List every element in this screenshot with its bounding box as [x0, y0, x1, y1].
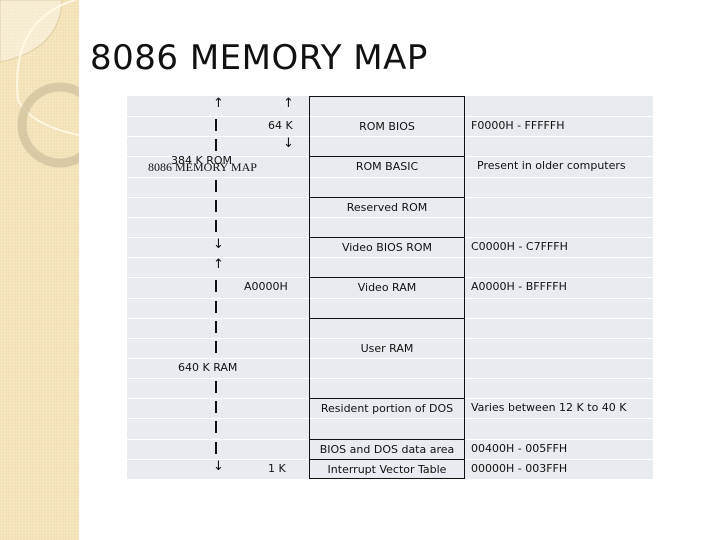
- dimension-line: [215, 401, 217, 413]
- address-a0000h-label: A0000H: [244, 280, 288, 293]
- memory-block-label: ROM BASIC: [355, 160, 419, 173]
- dimension-line: [215, 301, 217, 313]
- size-640k-ram-label: 640 K RAM: [178, 361, 238, 374]
- dimension-line: [215, 381, 217, 393]
- dimension-line: [215, 139, 217, 151]
- memory-block: ROM BASIC: [309, 156, 465, 197]
- memory-block-label: Resident portion of DOS: [320, 402, 454, 415]
- size-1k-label: 1 K: [268, 462, 286, 475]
- memory-block: Resident portion of DOS: [309, 398, 465, 439]
- memory-block: ROM BIOS: [309, 96, 465, 156]
- dimension-line: [215, 119, 217, 131]
- page-title: 8086 MEMORY MAP: [90, 38, 428, 78]
- memory-block-address: A0000H - BFFFFH: [471, 280, 567, 293]
- decorative-circles-icon: [0, 0, 79, 168]
- dimension-line: [215, 200, 217, 212]
- memory-block: BIOS and DOS data area: [309, 439, 465, 459]
- memory-block-address: Varies between 12 K to 40 K: [471, 401, 627, 414]
- dimension-line: [215, 421, 217, 433]
- memory-block: Video RAM: [309, 277, 465, 318]
- memory-block-label: Reserved ROM: [346, 201, 428, 214]
- up-arrow-icon: ↑: [283, 96, 294, 111]
- memory-block-label: ROM BIOS: [359, 120, 415, 133]
- memory-block-address: C0000H - C7FFFH: [471, 240, 568, 253]
- dimension-line: [215, 220, 217, 232]
- memory-block-address: 00000H - 003FFH: [471, 462, 568, 475]
- memory-block-address: F0000H - FFFFFH: [471, 119, 565, 132]
- dimension-line: [215, 321, 217, 333]
- memory-block-address: 00400H - 005FFH: [471, 442, 568, 455]
- overlay-title-label: 8086 MEMORY MAP: [148, 160, 257, 174]
- size-64k-label: 64 K: [268, 119, 293, 132]
- down-arrow-icon: ↓: [213, 459, 224, 474]
- memory-map-table: ↑ ↓ ↑ ↓ ↑ 64 K ↓ 384 K ROM 8086 MEMORY MAP A0000H…: [127, 96, 653, 479]
- up-arrow-icon: ↑: [213, 96, 224, 111]
- up-arrow-icon: ↑: [213, 257, 224, 272]
- memory-block: User RAM: [309, 318, 465, 398]
- memory-block-label: BIOS and DOS data area: [319, 443, 455, 456]
- memory-block-label: Interrupt Vector Table: [327, 463, 447, 476]
- decorative-side-panel: [0, 0, 79, 540]
- memory-block-label: Video RAM: [357, 281, 417, 294]
- memory-block-address: Present in older computers: [477, 159, 626, 172]
- memory-block-label: User RAM: [360, 342, 414, 355]
- down-arrow-icon: ↓: [213, 237, 224, 252]
- dimension-line: [215, 280, 217, 292]
- memory-block: Interrupt Vector Table: [309, 459, 465, 479]
- memory-block: Video BIOS ROM: [309, 237, 465, 277]
- memory-block: Reserved ROM: [309, 197, 465, 237]
- memory-block-label: Video BIOS ROM: [341, 241, 433, 254]
- dimension-line: [215, 180, 217, 192]
- dimension-line: [215, 442, 217, 454]
- dimension-line: [215, 341, 217, 353]
- down-arrow-icon: ↓: [283, 136, 294, 151]
